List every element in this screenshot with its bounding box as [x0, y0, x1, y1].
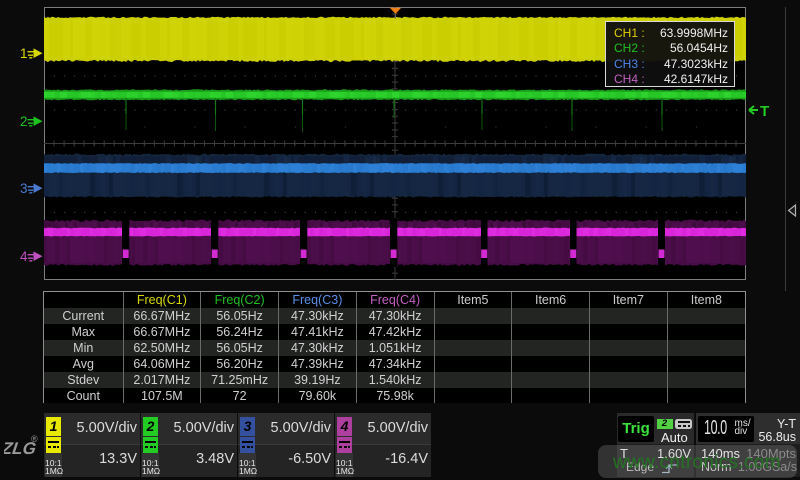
svg-text:T: T [760, 103, 769, 118]
svg-text:3: 3 [20, 181, 28, 196]
svg-text:2: 2 [20, 114, 28, 129]
svg-text:®: ® [31, 434, 38, 444]
svg-text:4: 4 [20, 249, 28, 264]
svg-text:1: 1 [20, 46, 28, 61]
